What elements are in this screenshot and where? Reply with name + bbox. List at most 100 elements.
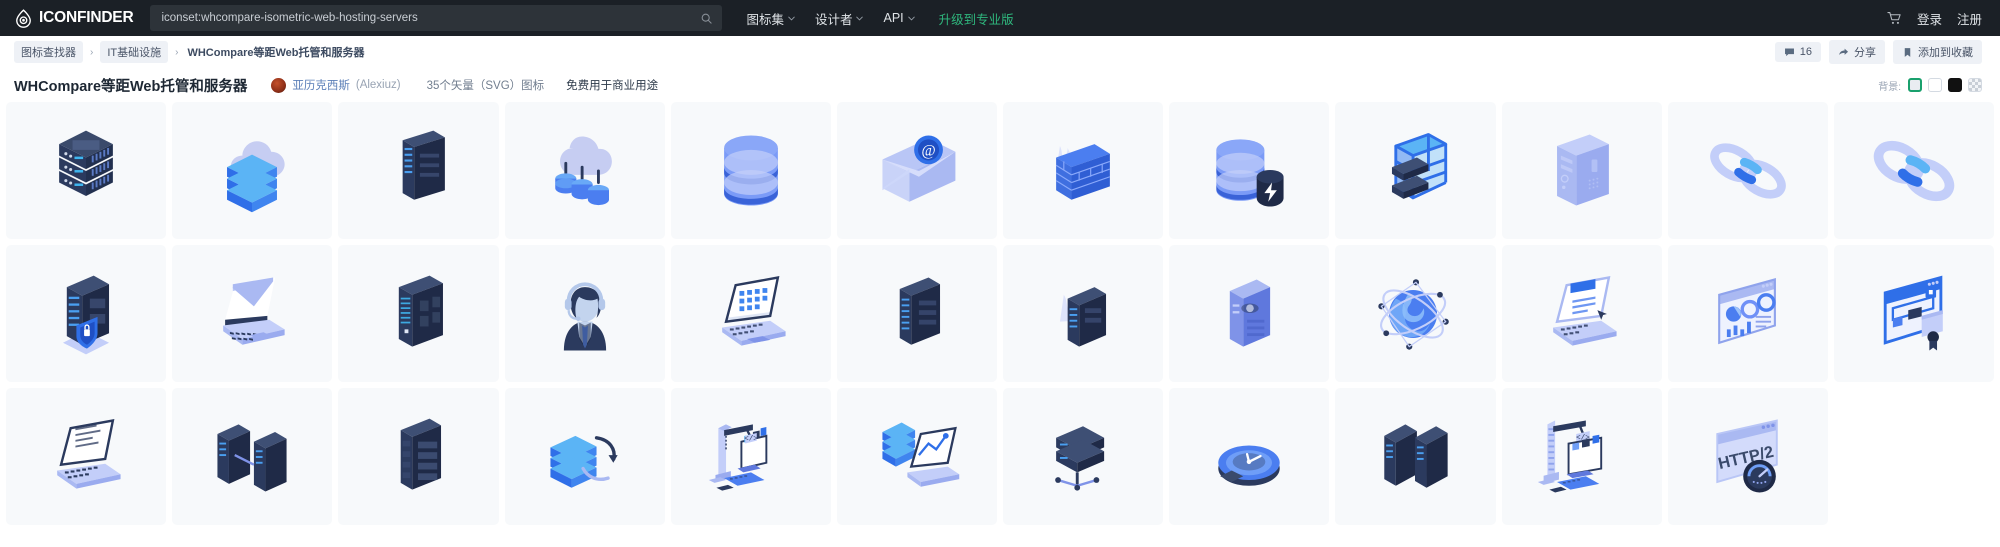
chain-link-icon (1709, 142, 1786, 199)
secure-server-lock-icon (63, 275, 110, 354)
search-bar[interactable] (150, 5, 723, 31)
icon-cell-global-network-globe[interactable] (1335, 245, 1496, 382)
background-swatch-grey[interactable] (1908, 78, 1922, 92)
support-agent-headset-icon (563, 281, 606, 350)
icon-cell-cloud-server[interactable] (172, 102, 333, 239)
register-link[interactable]: 注册 (1957, 9, 1982, 28)
author-block[interactable]: 亚历克西斯 (Alexiuz) (271, 77, 401, 93)
server-fire-icon (1060, 286, 1107, 347)
icon-cell-email-envelope[interactable]: @ (836, 102, 997, 239)
background-swatch-transparent[interactable] (1968, 78, 1982, 92)
nav-item-api[interactable]: API (883, 11, 915, 25)
chain-link-alt-icon (1873, 140, 1955, 201)
icon-cell-server-fire[interactable] (1003, 245, 1164, 382)
nav-label: API (883, 11, 904, 25)
icon-cell-server-rack-tall[interactable] (338, 388, 499, 525)
fast-database-icon (1216, 138, 1284, 207)
breadcrumb-item-current: WHCompare等距Web托管和服务器 (187, 47, 365, 59)
nav-item-designers[interactable]: 设计者 (815, 9, 864, 28)
icon-cell-analytics-dashboard[interactable] (1667, 245, 1828, 382)
breadcrumb-item-home[interactable]: 图标查找器 (14, 41, 83, 63)
desktop-tower-pc-icon (1556, 134, 1609, 206)
icon-cell-server-connection[interactable] (1003, 388, 1164, 525)
share-button[interactable]: 分享 (1829, 40, 1885, 64)
icon-cell-web-development[interactable]: </> (670, 388, 831, 525)
icon-cell-server-rack-dark[interactable] (836, 245, 997, 382)
chevron-down-icon (788, 16, 795, 21)
web-development-icon: </> (708, 423, 768, 491)
background-swatch-white[interactable] (1928, 78, 1942, 92)
background-swatch-black[interactable] (1948, 78, 1962, 92)
icon-cell-web-design-workstation[interactable]: </> (1501, 388, 1662, 525)
iconset-title-row: WHCompare等距Web托管和服务器 亚历克西斯 (Alexiuz) 35个… (0, 68, 2000, 102)
laptop-email-icon (223, 277, 285, 345)
icon-cell-http2-speed[interactable]: HTTP/2 (1667, 388, 1828, 525)
favorite-label: 添加到收藏 (1918, 47, 1973, 59)
icon-cell-backup-drive[interactable] (1169, 245, 1330, 382)
icon-cell-laptop-dark[interactable] (6, 388, 167, 525)
icon-cell-server-tower[interactable] (338, 102, 499, 239)
brand-logo[interactable]: ICONFINDER (14, 8, 134, 28)
icon-cell-laptop-browser[interactable] (1501, 245, 1662, 382)
icon-cell-firewall[interactable] (1003, 102, 1164, 239)
icon-count-label: 35个矢量（SVG）图标 (426, 80, 545, 92)
icon-grid: @ </> </> HTTP/2 (0, 102, 2000, 525)
icon-cell-stacked-server[interactable] (6, 102, 167, 239)
icon-cell-server-rack-shelf[interactable] (1335, 102, 1496, 239)
icon-cell-ssl-certificate[interactable] (1833, 245, 1994, 382)
brand-name: ICONFINDER (39, 9, 134, 26)
breadcrumb-separator: › (90, 46, 94, 58)
comments-button[interactable]: 16 (1774, 42, 1821, 62)
icon-cell-server-migration[interactable] (504, 388, 665, 525)
icon-cell-desktop-tower-pc[interactable] (1501, 102, 1662, 239)
nav-item-iconsets[interactable]: 图标集 (746, 9, 795, 28)
share-label: 分享 (1854, 47, 1876, 59)
server-rack-dark-icon (899, 277, 940, 345)
icon-cell-chain-link-alt[interactable] (1833, 102, 1994, 239)
server-connection-icon (1055, 425, 1105, 491)
nav-label: 图标集 (746, 12, 784, 27)
http2-speed-icon: HTTP/2 (1716, 418, 1778, 493)
add-to-favorites-button[interactable]: 添加到收藏 (1893, 40, 1982, 64)
license-label: 免费用于商业用途 (566, 80, 659, 92)
icon-cell-server-cabinet[interactable] (338, 245, 499, 382)
server-laptop-monitor-icon (882, 421, 960, 487)
login-link[interactable]: 登录 (1917, 9, 1942, 28)
search-icon[interactable] (700, 12, 713, 25)
share-arrow-icon (1839, 48, 1849, 55)
uptime-clock-icon (1218, 444, 1280, 486)
author-alias: (Alexiuz) (355, 79, 401, 91)
cloud-server-icon (227, 140, 285, 212)
comment-icon (1784, 48, 1794, 56)
icon-cell-server-transfer[interactable] (172, 388, 333, 525)
page-title: WHCompare等距Web托管和服务器 (14, 78, 248, 95)
icon-cell-laptop-email[interactable] (172, 245, 333, 382)
icon-cell-laptop-code[interactable] (670, 245, 831, 382)
icon-cell-fast-database[interactable] (1169, 102, 1330, 239)
server-rack-shelf-icon (1392, 132, 1448, 199)
icon-cell-server-cluster[interactable] (1335, 388, 1496, 525)
laptop-browser-icon (1552, 275, 1617, 346)
background-picker-label: 背景: (1878, 81, 1901, 93)
icon-cell-uptime-clock[interactable] (1169, 388, 1330, 525)
icon-cell-support-agent-headset[interactable] (504, 245, 665, 382)
top-header: ICONFINDER 图标集 设计者 API 升级到专业版 (0, 0, 2000, 36)
analytics-dashboard-icon (1717, 277, 1776, 344)
web-design-workstation-icon: </> (1537, 420, 1602, 493)
search-input[interactable] (161, 12, 701, 24)
svg-text:@: @ (921, 142, 935, 159)
breadcrumb-item-category[interactable]: IT基础设施 (100, 41, 169, 63)
svg-text:</>: </> (744, 435, 758, 443)
author-name[interactable]: 亚历克西斯 (292, 77, 350, 93)
server-cabinet-icon (399, 275, 444, 347)
icon-cell-secure-server-lock[interactable] (6, 245, 167, 382)
shopping-cart-icon[interactable] (1887, 11, 1902, 26)
server-migration-icon (550, 435, 618, 488)
icon-cell-chain-link[interactable] (1667, 102, 1828, 239)
icon-cell-server-laptop-monitor[interactable] (836, 388, 997, 525)
icon-cell-cloud-database-network[interactable] (504, 102, 665, 239)
icon-cell-database-cylinder[interactable] (670, 102, 831, 239)
avatar (271, 77, 287, 93)
nav-item-upgrade-pro[interactable]: 升级到专业版 (939, 9, 1014, 28)
database-cylinder-icon (723, 134, 778, 206)
